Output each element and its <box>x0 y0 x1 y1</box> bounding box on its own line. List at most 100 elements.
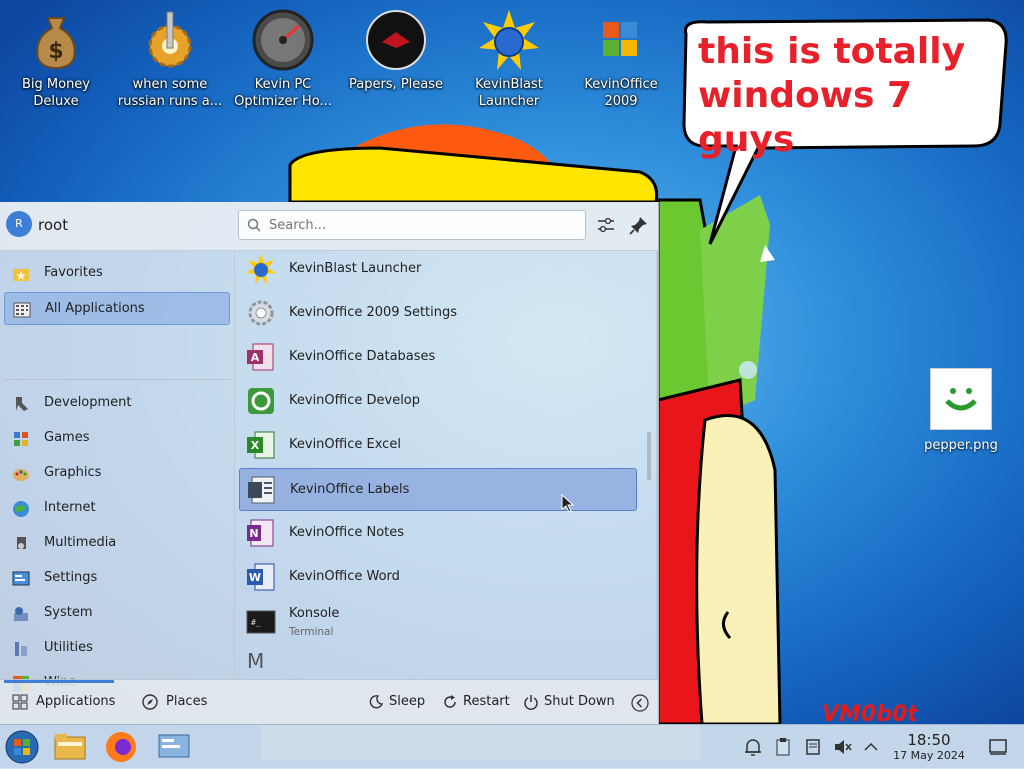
app-item-kevinoffice-settings[interactable]: KevinOffice 2009 Settings <box>239 292 637 335</box>
sleep-icon <box>369 695 384 709</box>
desktop-icon-kevin-pc[interactable]: Kevin PC Optimizer Ho... <box>227 8 339 110</box>
tab-label: Places <box>166 694 208 709</box>
taskbar: 18:50 17 May 2024 <box>0 724 1024 769</box>
restart-icon <box>444 695 456 708</box>
bubble-text: this is totally windows 7 guys <box>698 31 966 160</box>
power-label: Sleep <box>389 694 426 709</box>
system-settings-icon[interactable] <box>156 729 192 765</box>
notifications-icon[interactable] <box>743 737 763 757</box>
desktop-icon-label: Papers, Please <box>348 77 444 92</box>
svg-text:A: A <box>251 351 260 364</box>
show-desktop-icon[interactable] <box>988 737 1008 757</box>
desktop-icon-papers-please[interactable]: Papers, Please <box>340 8 452 93</box>
chevron-left-icon[interactable] <box>631 694 649 712</box>
power-icon <box>524 695 538 710</box>
category-label: Favorites <box>44 265 103 280</box>
power-label: Shut Down <box>544 694 615 709</box>
desktop-icon-russian[interactable]: when some russian runs a... <box>114 8 226 110</box>
file-manager-icon[interactable] <box>52 729 88 765</box>
office-logo-icon <box>589 8 653 72</box>
category-label: System <box>44 605 93 620</box>
grid-icon <box>12 694 28 710</box>
app-label: KevinOffice Excel <box>289 437 401 452</box>
tab-places[interactable]: Places <box>142 680 212 724</box>
category-label: Graphics <box>44 465 102 480</box>
excel-icon: X <box>247 431 275 459</box>
desktop-icon-big-money[interactable]: $ Big Money Deluxe <box>0 8 112 110</box>
start-button-icon[interactable] <box>4 729 40 765</box>
app-item-kevinoffice-notes[interactable]: N KevinOffice Notes <box>239 512 637 555</box>
desktop-icon-kevinoffice-2009[interactable]: KevinOffice 2009 <box>565 8 677 110</box>
search-input[interactable] <box>267 217 571 234</box>
settings-icon <box>12 571 30 586</box>
games-icon <box>14 432 28 446</box>
svg-text:N: N <box>249 527 258 540</box>
category-development[interactable]: Development <box>4 387 230 420</box>
category-label: Multimedia <box>44 535 117 550</box>
category-system[interactable]: System <box>4 597 230 630</box>
gear-sword-icon <box>138 8 202 72</box>
app-label: KevinOffice Word <box>289 569 400 584</box>
scrollbar[interactable] <box>647 432 651 480</box>
terminal-icon: #_ <box>246 610 276 634</box>
graphics-icon <box>13 469 29 481</box>
app-label: KevinBlast Launcher <box>289 261 422 276</box>
category-settings[interactable]: Settings <box>4 562 230 595</box>
category-utilities[interactable]: Utilities <box>4 632 230 665</box>
desktop-icon-kevinblast[interactable]: KevinBlast Launcher <box>453 8 565 110</box>
application-launcher: R root Favorites All Applications Develo… <box>0 202 659 725</box>
app-item-kevinoffice-develop[interactable]: KevinOffice Develop <box>239 380 637 423</box>
launcher-header: R root <box>0 202 658 251</box>
sleep-button[interactable]: Sleep <box>368 680 428 724</box>
configure-icon[interactable] <box>595 214 617 236</box>
app-item-kevinoffice-excel[interactable]: X KevinOffice Excel <box>239 424 637 467</box>
tab-applications[interactable]: Applications <box>12 680 116 724</box>
app-item-kevinoffice-word[interactable]: W KevinOffice Word <box>239 556 637 599</box>
pin-icon[interactable] <box>628 214 650 236</box>
app-item-kevinoffice-databases[interactable]: A KevinOffice Databases <box>239 336 637 379</box>
shutdown-button[interactable]: Shut Down <box>523 680 615 724</box>
grid-icon <box>13 302 31 318</box>
kevinblast-icon <box>246 254 276 284</box>
category-games[interactable]: Games <box>4 422 230 455</box>
category-label: Utilities <box>44 640 93 655</box>
category-multimedia[interactable]: Multimedia <box>4 527 230 560</box>
multimedia-icon <box>17 537 26 549</box>
clock-time[interactable]: 18:50 <box>886 731 972 749</box>
category-label: All Applications <box>45 301 145 316</box>
clipboard-icon[interactable] <box>773 737 793 757</box>
section-header: M <box>247 649 265 673</box>
app-item-kevinblast[interactable]: KevinBlast Launcher <box>239 251 637 291</box>
search-box[interactable] <box>238 210 586 240</box>
restart-button[interactable]: Restart <box>442 680 512 724</box>
app-sublabel: Terminal <box>289 626 334 638</box>
launcher-footer: Applications Places Sleep Restart Shut D… <box>0 679 658 725</box>
desktop-icon-pepper[interactable]: pepper.png <box>918 368 1004 453</box>
papers-please-icon <box>364 8 428 72</box>
app-item-kevinoffice-labels[interactable]: KevinOffice Labels <box>239 468 637 511</box>
databases-icon: A <box>247 343 274 371</box>
category-all-applications[interactable]: All Applications <box>4 292 230 325</box>
avatar[interactable]: R <box>6 211 32 237</box>
firefox-icon[interactable] <box>103 729 139 765</box>
svg-text:W: W <box>249 571 261 584</box>
kevinblast-icon <box>477 8 541 72</box>
app-label: KevinOffice 2009 Settings <box>289 305 458 320</box>
app-item-konsole[interactable]: #_ Konsole Terminal <box>239 600 637 643</box>
labels-icon <box>248 476 275 504</box>
category-graphics[interactable]: Graphics <box>4 457 230 490</box>
compass-icon <box>142 694 158 710</box>
chevron-up-icon[interactable] <box>861 737 881 757</box>
application-list: KevinBlast Launcher KevinOffice 2009 Set… <box>235 251 645 679</box>
storage-icon[interactable] <box>803 737 823 757</box>
volume-muted-icon[interactable] <box>833 737 853 757</box>
speedometer-icon <box>251 8 315 72</box>
category-favorites[interactable]: Favorites <box>4 257 230 290</box>
power-label: Restart <box>463 694 510 709</box>
separator <box>4 379 230 380</box>
desktop-icon-label: pepper.png <box>924 438 998 453</box>
clock-date[interactable]: 17 May 2024 <box>886 749 972 762</box>
category-label: Development <box>44 395 132 410</box>
category-internet[interactable]: Internet <box>4 492 230 525</box>
category-label: Settings <box>44 570 98 585</box>
